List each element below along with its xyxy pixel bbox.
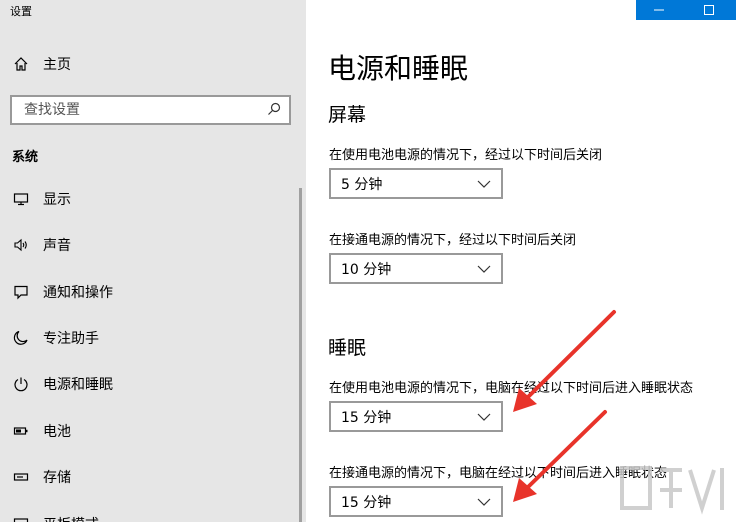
sleep-plugged-dropdown[interactable]: 15 分钟 (329, 486, 503, 517)
annotation-arrow (513, 310, 616, 412)
maximize-button[interactable] (682, 0, 736, 20)
sidebar-item-display[interactable]: 显示 (0, 181, 300, 217)
sidebar-item-tablet-mode[interactable]: 平板模式 (0, 506, 300, 522)
minimize-icon (654, 9, 664, 11)
dropdown-value: 5 分钟 (341, 176, 383, 193)
sidebar: 设置 主页 系统 显示 声音 通知和操作 专注助手 (0, 0, 306, 522)
sidebar-item-sound[interactable]: 声音 (0, 227, 300, 263)
dropdown-value: 15 分钟 (341, 409, 392, 426)
chevron-down-icon (477, 498, 491, 506)
speaker-icon (11, 235, 31, 255)
sidebar-item-label: 主页 (43, 57, 71, 73)
power-icon (11, 374, 31, 394)
search-box[interactable] (10, 95, 291, 125)
sidebar-item-home[interactable]: 主页 (0, 46, 300, 82)
annotation-arrow (513, 410, 607, 502)
search-icon[interactable] (267, 101, 281, 120)
chevron-down-icon (477, 265, 491, 273)
screen-battery-dropdown[interactable]: 5 分钟 (329, 168, 503, 199)
sidebar-item-label: 电源和睡眠 (43, 377, 113, 393)
screen-plugged-label: 在接通电源的情况下，经过以下时间后关闭 (329, 233, 577, 248)
dropdown-value: 15 分钟 (341, 494, 392, 511)
home-icon (11, 54, 31, 74)
sidebar-item-label: 专注助手 (43, 331, 99, 347)
sleep-battery-label: 在使用电池电源的情况下，电脑在经过以下时间后进入睡眠状态 (329, 381, 694, 396)
sidebar-item-label: 存储 (43, 470, 71, 486)
sidebar-item-power-sleep[interactable]: 电源和睡眠 (0, 366, 300, 402)
chevron-down-icon (477, 180, 491, 188)
sidebar-item-label: 显示 (43, 192, 71, 208)
monitor-icon (11, 189, 31, 209)
page-title: 电源和睡眠 (328, 52, 469, 85)
tablet-icon (11, 514, 31, 522)
sidebar-item-label: 平板模式 (43, 514, 99, 522)
sleep-battery-dropdown[interactable]: 15 分钟 (329, 401, 503, 432)
screen-section-title: 屏幕 (328, 104, 367, 126)
storage-icon (11, 467, 31, 487)
sidebar-scrollbar[interactable] (299, 188, 302, 522)
sidebar-item-label: 通知和操作 (43, 285, 113, 301)
sidebar-item-battery[interactable]: 电池 (0, 413, 300, 449)
maximize-icon (704, 5, 714, 15)
chevron-down-icon (477, 413, 491, 421)
search-input[interactable] (24, 102, 254, 118)
sleep-section-title: 睡眠 (328, 337, 367, 359)
app-title: 设置 (10, 5, 32, 18)
moon-icon (11, 328, 31, 348)
sidebar-item-storage[interactable]: 存储 (0, 459, 300, 495)
notification-icon (11, 282, 31, 302)
sidebar-item-label: 电池 (43, 424, 71, 440)
dropdown-value: 10 分钟 (341, 261, 392, 278)
sidebar-item-label: 声音 (43, 238, 71, 254)
battery-icon (11, 421, 31, 441)
minimize-button[interactable] (636, 0, 682, 20)
section-title: 系统 (12, 150, 39, 165)
screen-plugged-dropdown[interactable]: 10 分钟 (329, 253, 503, 284)
watermark-logo (620, 466, 724, 515)
screen-battery-label: 在使用电池电源的情况下，经过以下时间后关闭 (329, 148, 603, 163)
sidebar-item-focus-assist[interactable]: 专注助手 (0, 320, 300, 356)
sidebar-item-notifications[interactable]: 通知和操作 (0, 274, 300, 310)
